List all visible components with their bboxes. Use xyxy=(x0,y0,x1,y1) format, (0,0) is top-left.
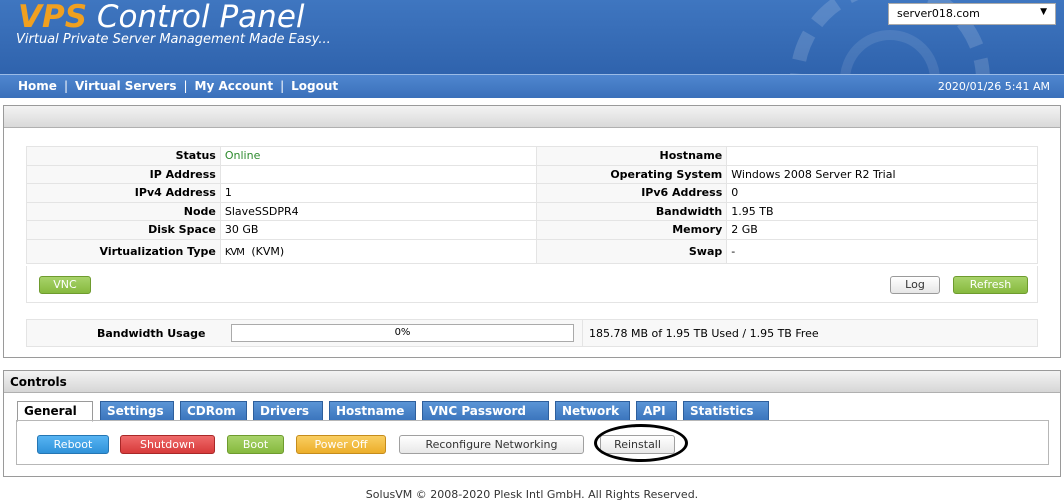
nav-link-logout[interactable]: Logout xyxy=(291,79,338,93)
hostname-label: Hostname xyxy=(536,146,728,166)
tab-content-general: Reboot Shutdown Boot Power Off Reconfigu… xyxy=(16,420,1049,465)
virtualization-type-value: KVM (KVM) xyxy=(219,238,538,264)
reboot-button[interactable]: Reboot xyxy=(37,435,109,454)
operating-system-label: Operating System xyxy=(536,164,728,184)
bandwidth-usage-text: 185.78 MB of 1.95 TB Used / 1.95 TB Free xyxy=(589,327,819,340)
reconfigure-networking-button[interactable]: Reconfigure Networking xyxy=(399,435,584,454)
memory-label: Memory xyxy=(536,220,728,240)
server-info-table: Status Online Hostname IP Address Operat… xyxy=(26,146,1038,264)
virtualization-type-text: (KVM) xyxy=(251,244,285,258)
table-row: Node SlaveSSDPR4 Bandwidth 1.95 TB xyxy=(26,201,1038,221)
table-row: Disk Space 30 GB Memory 2 GB xyxy=(26,220,1038,240)
nav-separator: | xyxy=(63,79,68,93)
ip-address-label: IP Address xyxy=(26,164,221,184)
datetime-display: 2020/01/26 5:41 AM xyxy=(937,80,1050,93)
vnc-button[interactable]: VNC xyxy=(39,276,91,294)
nav-link-home[interactable]: Home xyxy=(18,79,57,93)
table-row: IPv4 Address 1 IPv6 Address 0 xyxy=(26,183,1038,203)
tab-network[interactable]: Network xyxy=(555,401,630,421)
nav-separator: | xyxy=(280,79,285,93)
bandwidth-label: Bandwidth xyxy=(536,201,728,221)
table-row: IP Address Operating System Windows 2008… xyxy=(26,164,1038,184)
disk-space-label: Disk Space xyxy=(26,220,221,240)
header-banner: VPS Control Panel Virtual Private Server… xyxy=(0,0,1064,74)
bandwidth-percent: 0% xyxy=(394,327,411,338)
tab-vnc-password[interactable]: VNC Password xyxy=(422,401,549,421)
memory-value: 2 GB xyxy=(726,220,1038,240)
tagline: Virtual Private Server Management Made E… xyxy=(16,32,331,47)
tab-api[interactable]: API xyxy=(636,401,677,421)
logo-text: Control Panel xyxy=(87,0,305,35)
nav-link-virtual-servers[interactable]: Virtual Servers xyxy=(75,79,177,93)
node-value: SlaveSSDPR4 xyxy=(219,201,538,221)
ipv6-address-value: 0 xyxy=(726,183,1038,203)
tab-cdrom[interactable]: CDRom xyxy=(180,401,247,421)
bandwidth-usage-row: Bandwidth Usage 0% 185.78 MB of 1.95 TB … xyxy=(26,319,1038,347)
bandwidth-value: 1.95 TB xyxy=(726,201,1038,221)
table-row: Virtualization Type KVM (KVM) Swap - xyxy=(26,238,1038,264)
server-info-panel: Status Online Hostname IP Address Operat… xyxy=(3,105,1061,358)
ipv4-address-label: IPv4 Address xyxy=(26,183,221,203)
highlight-circle xyxy=(594,424,688,462)
shutdown-button[interactable]: Shutdown xyxy=(120,435,215,454)
virtualization-type-label: Virtualization Type xyxy=(26,238,221,264)
swap-label: Swap xyxy=(536,238,728,264)
chevron-down-icon: ▼ xyxy=(1040,7,1047,17)
status-value: Online xyxy=(219,146,538,166)
hostname-value xyxy=(726,146,1038,166)
bandwidth-progress-bar: 0% xyxy=(231,324,574,342)
nav-link-my-account[interactable]: My Account xyxy=(195,79,274,93)
nav-bar: Home | Virtual Servers | My Account | Logout 2… xyxy=(0,74,1064,98)
tab-drivers[interactable]: Drivers xyxy=(253,401,323,421)
ipv6-address-label: IPv6 Address xyxy=(536,183,728,203)
server-action-row: VNC Log Refresh xyxy=(26,266,1038,303)
controls-title: Controls xyxy=(4,371,1060,393)
divider xyxy=(582,320,583,346)
ip-address-value xyxy=(219,164,538,184)
status-label: Status xyxy=(26,146,221,166)
power-off-button[interactable]: Power Off xyxy=(296,435,386,454)
app-logo: VPS Control Panel xyxy=(18,0,305,34)
operating-system-value: Windows 2008 Server R2 Trial xyxy=(726,164,1038,184)
logo-accent: VPS xyxy=(18,0,88,35)
kvm-logo-icon: KVM xyxy=(224,246,245,258)
info-panel-header xyxy=(4,106,1060,128)
nav-separator: | xyxy=(183,79,188,93)
node-label: Node xyxy=(26,201,221,221)
server-select[interactable]: server018.com ▼ xyxy=(888,3,1056,25)
tab-hostname[interactable]: Hostname xyxy=(329,401,416,421)
footer-copyright: SolusVM © 2008-2020 Plesk Intl GmbH. All… xyxy=(365,488,699,501)
ipv4-address-value: 1 xyxy=(219,183,538,203)
tab-settings[interactable]: Settings xyxy=(100,401,174,421)
swap-value: - xyxy=(726,238,1038,264)
refresh-button[interactable]: Refresh xyxy=(953,276,1028,294)
server-select-value: server018.com xyxy=(897,7,980,20)
controls-panel: Controls General Settings CDRom Drivers … xyxy=(3,370,1061,477)
log-button[interactable]: Log xyxy=(890,276,940,294)
bandwidth-usage-label: Bandwidth Usage xyxy=(97,327,206,340)
tab-statistics[interactable]: Statistics xyxy=(683,401,769,421)
tab-general[interactable]: General xyxy=(17,401,93,422)
disk-space-value: 30 GB xyxy=(219,220,538,240)
table-row: Status Online Hostname xyxy=(26,146,1038,166)
boot-button[interactable]: Boot xyxy=(227,435,284,454)
